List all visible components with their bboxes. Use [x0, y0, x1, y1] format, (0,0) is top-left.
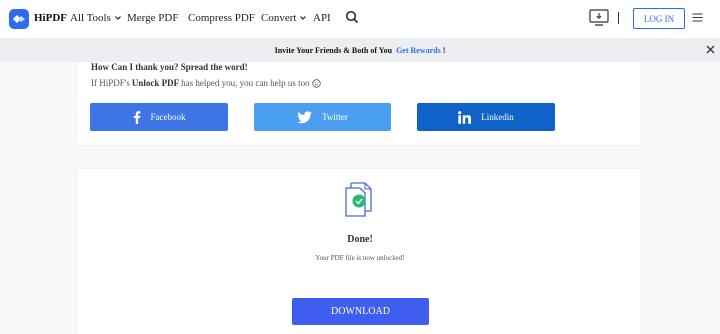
- search-icon[interactable]: [345, 10, 359, 24]
- nav-label: Merge PDF: [127, 12, 179, 24]
- promo-banner: Invite Your Friends & Both of You Get Re…: [0, 38, 720, 62]
- share-subtitle: If HiPDF's Unlock PDF has helped you, yo…: [91, 78, 321, 88]
- chevron-down-icon: [300, 16, 307, 20]
- nav-label: Convert: [261, 12, 297, 24]
- header-divider: [618, 12, 619, 24]
- linkedin-share-button[interactable]: Linkedin: [417, 103, 555, 131]
- logo-text[interactable]: HiPDF: [34, 12, 67, 24]
- share-sub-prefix: If HiPDF's: [91, 78, 130, 88]
- banner-text: Invite Your Friends & Both of You: [274, 45, 393, 55]
- linkedin-icon: [458, 110, 472, 124]
- nav-label: Compress PDF: [188, 12, 255, 24]
- chevron-down-icon: [114, 16, 121, 20]
- download-button[interactable]: DOWNLOAD: [292, 298, 429, 325]
- nav-merge-pdf[interactable]: Merge PDF: [127, 12, 178, 24]
- twitter-share-button[interactable]: Twitter: [254, 103, 391, 131]
- get-rewards-link[interactable]: Get Rewards: [396, 46, 441, 55]
- banner-exclaim: !: [442, 45, 446, 55]
- share-title: How Can I thank you? Spread the word!: [91, 62, 248, 72]
- top-navbar: HiPDF All Tools Merge PDF Compress PDF C…: [0, 0, 720, 38]
- done-title: Done!: [347, 234, 373, 245]
- menu-icon[interactable]: [692, 12, 703, 23]
- facebook-share-button[interactable]: Facebook: [90, 103, 228, 131]
- login-button[interactable]: LOG IN: [633, 8, 685, 29]
- linkedin-label: Linkedin: [481, 112, 514, 122]
- tool-name: Unlock PDF: [131, 78, 180, 88]
- nav-convert[interactable]: Convert: [261, 12, 307, 24]
- twitter-label: Twitter: [322, 112, 348, 122]
- facebook-label: Facebook: [150, 112, 186, 122]
- smile-icon: [311, 78, 321, 88]
- nav-all-tools[interactable]: All Tools: [70, 12, 122, 24]
- nav-label: API: [313, 12, 331, 24]
- hipdf-logo-icon[interactable]: [9, 9, 29, 29]
- nav-compress-pdf[interactable]: Compress PDF: [188, 12, 255, 24]
- desktop-download-icon[interactable]: [589, 9, 609, 26]
- unlocked-message: Your PDF file is now unlocked!: [315, 254, 405, 262]
- close-icon[interactable]: [706, 45, 715, 54]
- document-success-icon: [345, 182, 372, 217]
- nav-label: All Tools: [70, 12, 111, 24]
- share-sub-suffix: has helped you, you can help us too: [181, 78, 310, 88]
- twitter-icon: [297, 110, 313, 123]
- facebook-icon: [133, 110, 140, 124]
- nav-api[interactable]: API: [313, 12, 331, 24]
